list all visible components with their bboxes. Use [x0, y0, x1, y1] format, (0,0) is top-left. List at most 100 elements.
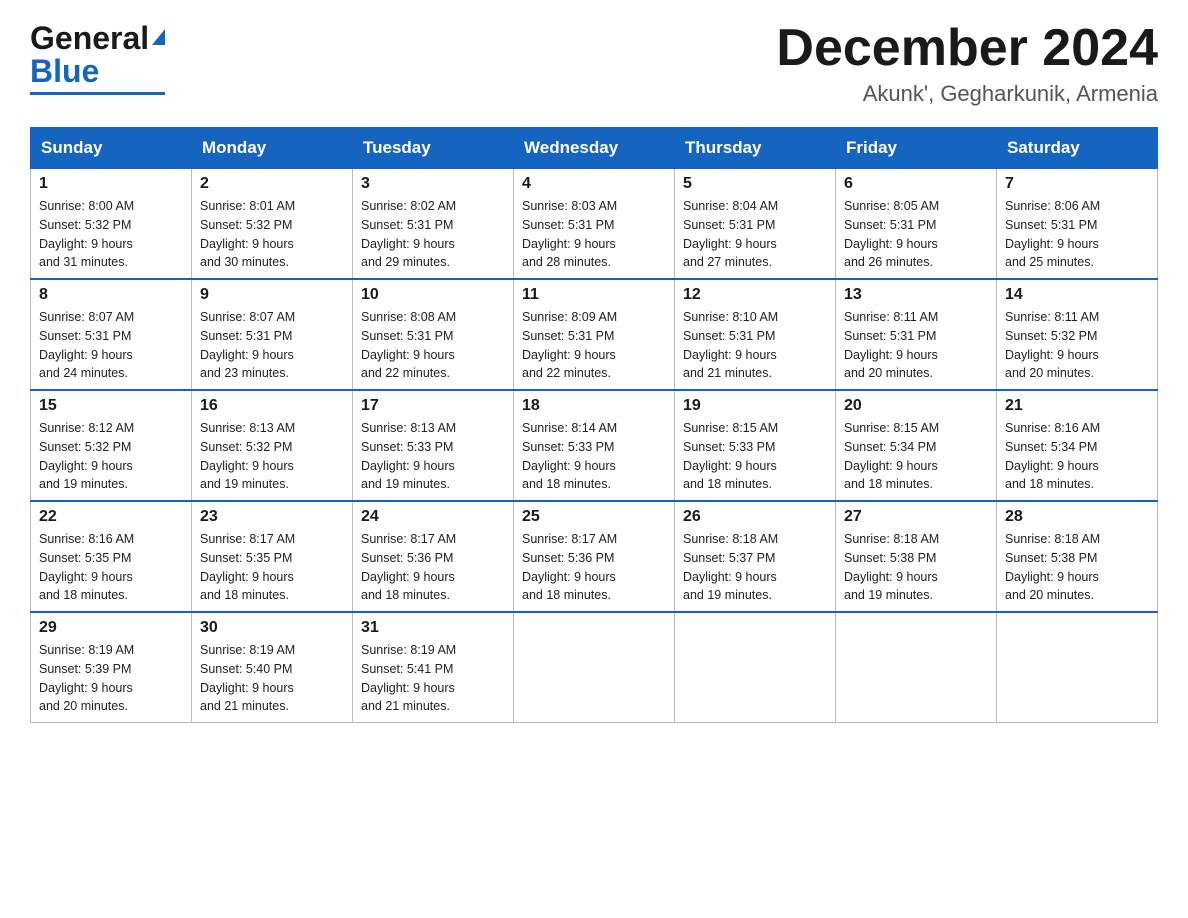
- day-info: Sunrise: 8:18 AMSunset: 5:38 PMDaylight:…: [1005, 530, 1149, 605]
- day-number: 31: [361, 619, 505, 637]
- calendar-cell: 13 Sunrise: 8:11 AMSunset: 5:31 PMDayligh…: [836, 279, 997, 390]
- day-info: Sunrise: 8:19 AMSunset: 5:40 PMDaylight:…: [200, 641, 344, 716]
- day-info: Sunrise: 8:05 AMSunset: 5:31 PMDaylight:…: [844, 197, 988, 272]
- day-info: Sunrise: 8:11 AMSunset: 5:31 PMDaylight:…: [844, 308, 988, 383]
- calendar-header-sunday: Sunday: [31, 128, 192, 169]
- day-info: Sunrise: 8:19 AMSunset: 5:39 PMDaylight:…: [39, 641, 183, 716]
- day-info: Sunrise: 8:13 AMSunset: 5:33 PMDaylight:…: [361, 419, 505, 494]
- day-info: Sunrise: 8:08 AMSunset: 5:31 PMDaylight:…: [361, 308, 505, 383]
- day-number: 20: [844, 397, 988, 415]
- calendar-cell: 12 Sunrise: 8:10 AMSunset: 5:31 PMDayligh…: [675, 279, 836, 390]
- day-info: Sunrise: 8:01 AMSunset: 5:32 PMDaylight:…: [200, 197, 344, 272]
- day-number: 16: [200, 397, 344, 415]
- day-number: 15: [39, 397, 183, 415]
- calendar-cell: 19Sunrise: 8:15 AMSunset: 5:33 PMDayligh…: [675, 390, 836, 501]
- logo-general: General: [30, 20, 149, 57]
- day-info: Sunrise: 8:15 AMSunset: 5:33 PMDaylight:…: [683, 419, 827, 494]
- day-number: 30: [200, 619, 344, 637]
- calendar-cell: 27 Sunrise: 8:18 AMSunset: 5:38 PMDayligh…: [836, 501, 997, 612]
- calendar-cell: 23 Sunrise: 8:17 AMSunset: 5:35 PMDayligh…: [192, 501, 353, 612]
- day-number: 10: [361, 286, 505, 304]
- calendar-cell: 8Sunrise: 8:07 AMSunset: 5:31 PMDaylight…: [31, 279, 192, 390]
- calendar-cell: 21Sunrise: 8:16 AMSunset: 5:34 PMDayligh…: [997, 390, 1158, 501]
- calendar-header-wednesday: Wednesday: [514, 128, 675, 169]
- day-info: Sunrise: 8:11 AMSunset: 5:32 PMDaylight:…: [1005, 308, 1149, 383]
- calendar-cell: 10 Sunrise: 8:08 AMSunset: 5:31 PMDayligh…: [353, 279, 514, 390]
- logo-underline: [30, 92, 165, 95]
- calendar-cell: 11 Sunrise: 8:09 AMSunset: 5:31 PMDayligh…: [514, 279, 675, 390]
- day-number: 9: [200, 286, 344, 304]
- day-number: 25: [522, 508, 666, 526]
- calendar-cell: 5Sunrise: 8:04 AMSunset: 5:31 PMDaylight…: [675, 169, 836, 280]
- day-number: 23: [200, 508, 344, 526]
- day-info: Sunrise: 8:17 AMSunset: 5:36 PMDaylight:…: [361, 530, 505, 605]
- day-info: Sunrise: 8:09 AMSunset: 5:31 PMDaylight:…: [522, 308, 666, 383]
- day-info: Sunrise: 8:19 AMSunset: 5:41 PMDaylight:…: [361, 641, 505, 716]
- day-info: Sunrise: 8:13 AMSunset: 5:32 PMDaylight:…: [200, 419, 344, 494]
- calendar-cell: 14Sunrise: 8:11 AMSunset: 5:32 PMDayligh…: [997, 279, 1158, 390]
- logo: General Blue: [30, 20, 165, 95]
- day-number: 1: [39, 175, 183, 193]
- calendar-header-thursday: Thursday: [675, 128, 836, 169]
- calendar-cell: 30 Sunrise: 8:19 AMSunset: 5:40 PMDayligh…: [192, 612, 353, 723]
- day-number: 18: [522, 397, 666, 415]
- day-number: 11: [522, 286, 666, 304]
- day-info: Sunrise: 8:02 AMSunset: 5:31 PMDaylight:…: [361, 197, 505, 272]
- calendar-week-row: 29 Sunrise: 8:19 AMSunset: 5:39 PMDayligh…: [31, 612, 1158, 723]
- day-info: Sunrise: 8:00 AMSunset: 5:32 PMDaylight:…: [39, 197, 183, 272]
- calendar-header-saturday: Saturday: [997, 128, 1158, 169]
- day-number: 12: [683, 286, 827, 304]
- logo-triangle-icon: [152, 29, 165, 45]
- day-info: Sunrise: 8:04 AMSunset: 5:31 PMDaylight:…: [683, 197, 827, 272]
- day-info: Sunrise: 8:07 AMSunset: 5:31 PMDaylight:…: [39, 308, 183, 383]
- day-number: 2: [200, 175, 344, 193]
- location: Akunk', Gegharkunik, Armenia: [776, 81, 1158, 107]
- calendar-cell: 2 Sunrise: 8:01 AMSunset: 5:32 PMDaylight…: [192, 169, 353, 280]
- calendar-cell: 9Sunrise: 8:07 AMSunset: 5:31 PMDaylight…: [192, 279, 353, 390]
- calendar-cell: 24 Sunrise: 8:17 AMSunset: 5:36 PMDayligh…: [353, 501, 514, 612]
- calendar-cell: 7 Sunrise: 8:06 AMSunset: 5:31 PMDaylight…: [997, 169, 1158, 280]
- title-block: December 2024 Akunk', Gegharkunik, Armen…: [776, 20, 1158, 107]
- day-number: 4: [522, 175, 666, 193]
- month-title: December 2024: [776, 20, 1158, 77]
- calendar-cell: 31 Sunrise: 8:19 AMSunset: 5:41 PMDayligh…: [353, 612, 514, 723]
- day-number: 3: [361, 175, 505, 193]
- logo-blue: Blue: [30, 53, 99, 90]
- day-number: 29: [39, 619, 183, 637]
- calendar-cell: 29 Sunrise: 8:19 AMSunset: 5:39 PMDayligh…: [31, 612, 192, 723]
- calendar-header-row: SundayMondayTuesdayWednesdayThursdayFrid…: [31, 128, 1158, 169]
- calendar-cell: 26Sunrise: 8:18 AMSunset: 5:37 PMDayligh…: [675, 501, 836, 612]
- calendar-cell: 22Sunrise: 8:16 AMSunset: 5:35 PMDayligh…: [31, 501, 192, 612]
- day-number: 26: [683, 508, 827, 526]
- day-number: 6: [844, 175, 988, 193]
- calendar-cell: 16 Sunrise: 8:13 AMSunset: 5:32 PMDayligh…: [192, 390, 353, 501]
- calendar-header-friday: Friday: [836, 128, 997, 169]
- day-number: 22: [39, 508, 183, 526]
- calendar-week-row: 22Sunrise: 8:16 AMSunset: 5:35 PMDayligh…: [31, 501, 1158, 612]
- day-info: Sunrise: 8:15 AMSunset: 5:34 PMDaylight:…: [844, 419, 988, 494]
- calendar-week-row: 15Sunrise: 8:12 AMSunset: 5:32 PMDayligh…: [31, 390, 1158, 501]
- calendar-cell: 3 Sunrise: 8:02 AMSunset: 5:31 PMDaylight…: [353, 169, 514, 280]
- calendar-table: SundayMondayTuesdayWednesdayThursdayFrid…: [30, 127, 1158, 723]
- day-info: Sunrise: 8:16 AMSunset: 5:34 PMDaylight:…: [1005, 419, 1149, 494]
- day-number: 17: [361, 397, 505, 415]
- calendar-cell: [514, 612, 675, 723]
- calendar-cell: 6 Sunrise: 8:05 AMSunset: 5:31 PMDaylight…: [836, 169, 997, 280]
- calendar-week-row: 1 Sunrise: 8:00 AMSunset: 5:32 PMDaylight…: [31, 169, 1158, 280]
- calendar-cell: 1 Sunrise: 8:00 AMSunset: 5:32 PMDaylight…: [31, 169, 192, 280]
- day-number: 27: [844, 508, 988, 526]
- day-info: Sunrise: 8:14 AMSunset: 5:33 PMDaylight:…: [522, 419, 666, 494]
- calendar-header-monday: Monday: [192, 128, 353, 169]
- day-info: Sunrise: 8:10 AMSunset: 5:31 PMDaylight:…: [683, 308, 827, 383]
- day-info: Sunrise: 8:17 AMSunset: 5:35 PMDaylight:…: [200, 530, 344, 605]
- day-info: Sunrise: 8:06 AMSunset: 5:31 PMDaylight:…: [1005, 197, 1149, 272]
- day-number: 24: [361, 508, 505, 526]
- calendar-cell: 15Sunrise: 8:12 AMSunset: 5:32 PMDayligh…: [31, 390, 192, 501]
- calendar-cell: 4Sunrise: 8:03 AMSunset: 5:31 PMDaylight…: [514, 169, 675, 280]
- calendar-cell: [675, 612, 836, 723]
- day-info: Sunrise: 8:18 AMSunset: 5:38 PMDaylight:…: [844, 530, 988, 605]
- day-number: 13: [844, 286, 988, 304]
- calendar-cell: 17 Sunrise: 8:13 AMSunset: 5:33 PMDayligh…: [353, 390, 514, 501]
- day-number: 7: [1005, 175, 1149, 193]
- day-number: 28: [1005, 508, 1149, 526]
